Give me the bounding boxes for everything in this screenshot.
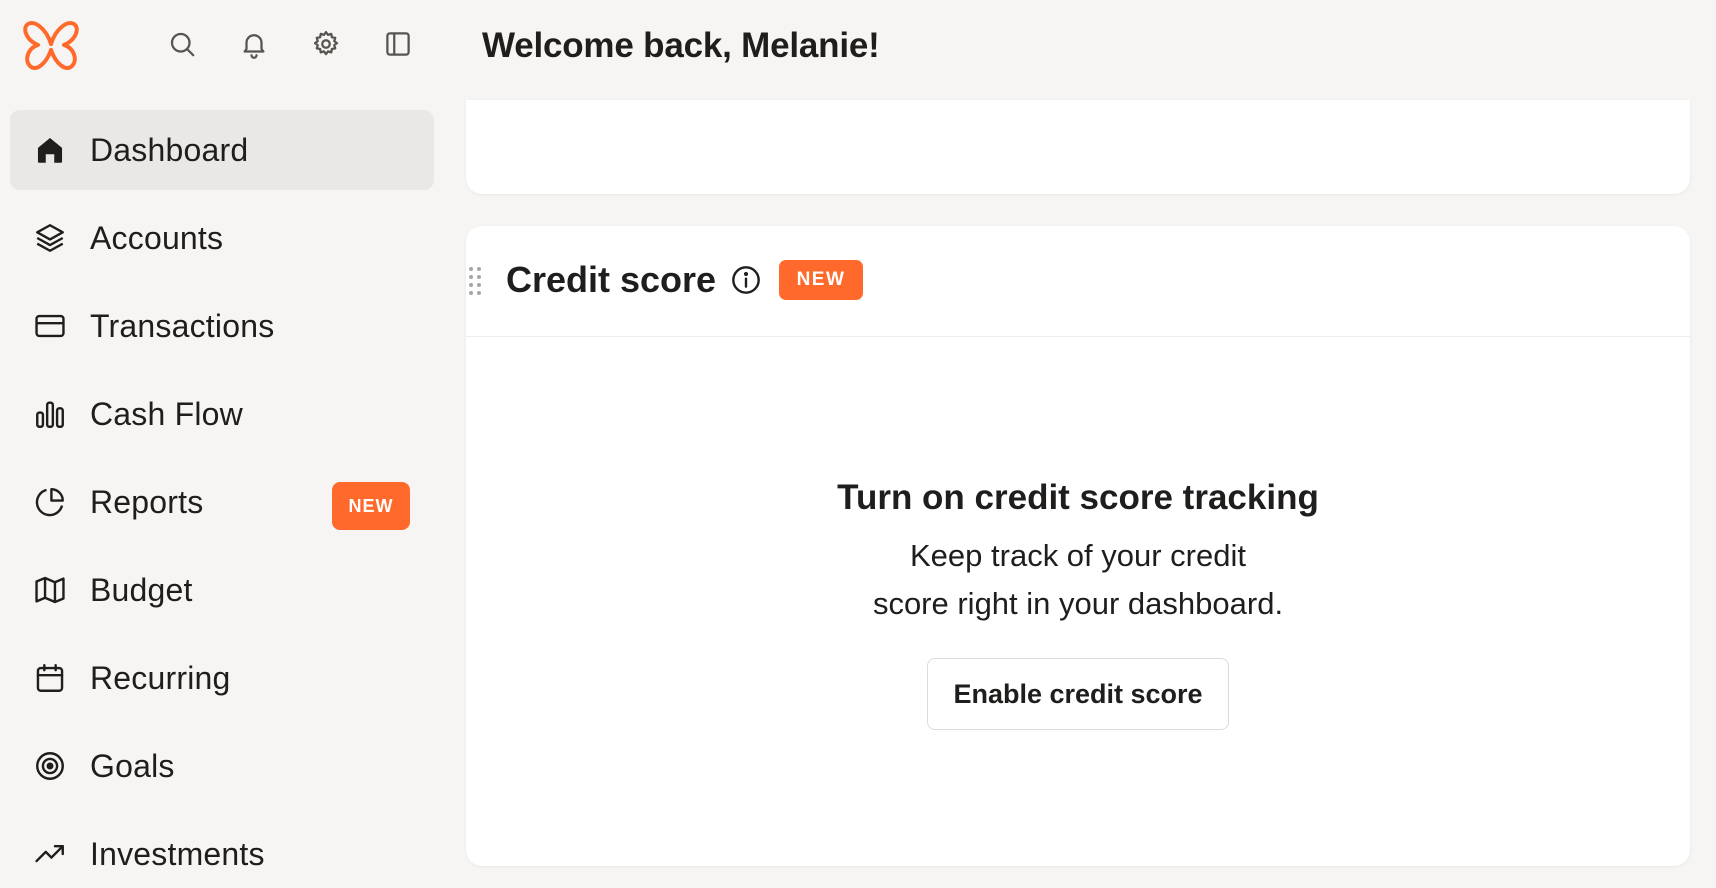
sidebar-item-label: Reports — [90, 484, 204, 520]
sidebar-item-label: Accounts — [90, 220, 224, 256]
sidebar-item-label: Cash Flow — [90, 396, 243, 432]
empty-state-title: Turn on credit score tracking — [837, 478, 1319, 517]
dashboard-card — [466, 100, 1690, 194]
credit-score-card: Credit score NEW Turn on credit score tr… — [466, 226, 1690, 866]
sidebar-item-dashboard[interactable]: Dashboard — [10, 110, 434, 190]
sidebar-item-label: Goals — [90, 748, 175, 784]
sidebar-item-cash-flow[interactable]: Cash Flow — [10, 374, 434, 454]
sidebar-item-label: Recurring — [90, 660, 231, 696]
top-bar: Welcome back, Melanie! — [0, 0, 1716, 92]
bell-icon[interactable] — [236, 26, 272, 62]
sidebar-item-goals[interactable]: Goals — [10, 726, 434, 806]
search-icon[interactable] — [164, 26, 200, 62]
gear-icon[interactable] — [308, 26, 344, 62]
map-icon — [32, 572, 68, 608]
new-badge: NEW — [779, 260, 863, 300]
description-line: Keep track of your credit — [910, 538, 1246, 573]
new-badge: NEW — [332, 482, 410, 530]
divider — [466, 336, 1690, 337]
enable-credit-score-button[interactable]: Enable credit score — [927, 658, 1229, 730]
sidebar-item-budget[interactable]: Budget — [10, 550, 434, 630]
card-title: Credit score — [506, 259, 717, 300]
empty-state-description: Keep track of your credit score right in… — [778, 532, 1378, 628]
target-icon — [32, 748, 68, 784]
sidebar-toggle-icon[interactable] — [380, 26, 416, 62]
credit-card-icon — [32, 308, 68, 344]
sidebar-item-transactions[interactable]: Transactions — [10, 286, 434, 366]
sidebar-item-label: Budget — [90, 572, 193, 608]
home-icon — [32, 132, 68, 168]
sidebar-nav: Dashboard Accounts Transactions Cash Flo… — [0, 100, 445, 888]
info-icon[interactable] — [730, 264, 762, 296]
sidebar-item-label: Transactions — [90, 308, 275, 344]
drag-handle-icon[interactable] — [468, 266, 482, 296]
description-line: score right in your dashboard. — [872, 586, 1284, 621]
sidebar-item-reports[interactable]: Reports NEW — [10, 462, 434, 542]
sidebar-item-investments[interactable]: Investments — [10, 814, 434, 888]
layers-icon — [32, 220, 68, 256]
butterfly-logo-icon[interactable] — [20, 18, 82, 74]
bar-chart-icon — [32, 396, 68, 432]
trending-up-icon — [32, 836, 68, 872]
sidebar-item-label: Dashboard — [90, 132, 249, 168]
sidebar-item-accounts[interactable]: Accounts — [10, 198, 434, 278]
page-title: Welcome back, Melanie! — [482, 26, 880, 65]
calendar-icon — [32, 660, 68, 696]
sidebar-item-recurring[interactable]: Recurring — [10, 638, 434, 718]
pie-chart-icon — [32, 484, 68, 520]
sidebar-item-label: Investments — [90, 836, 265, 872]
